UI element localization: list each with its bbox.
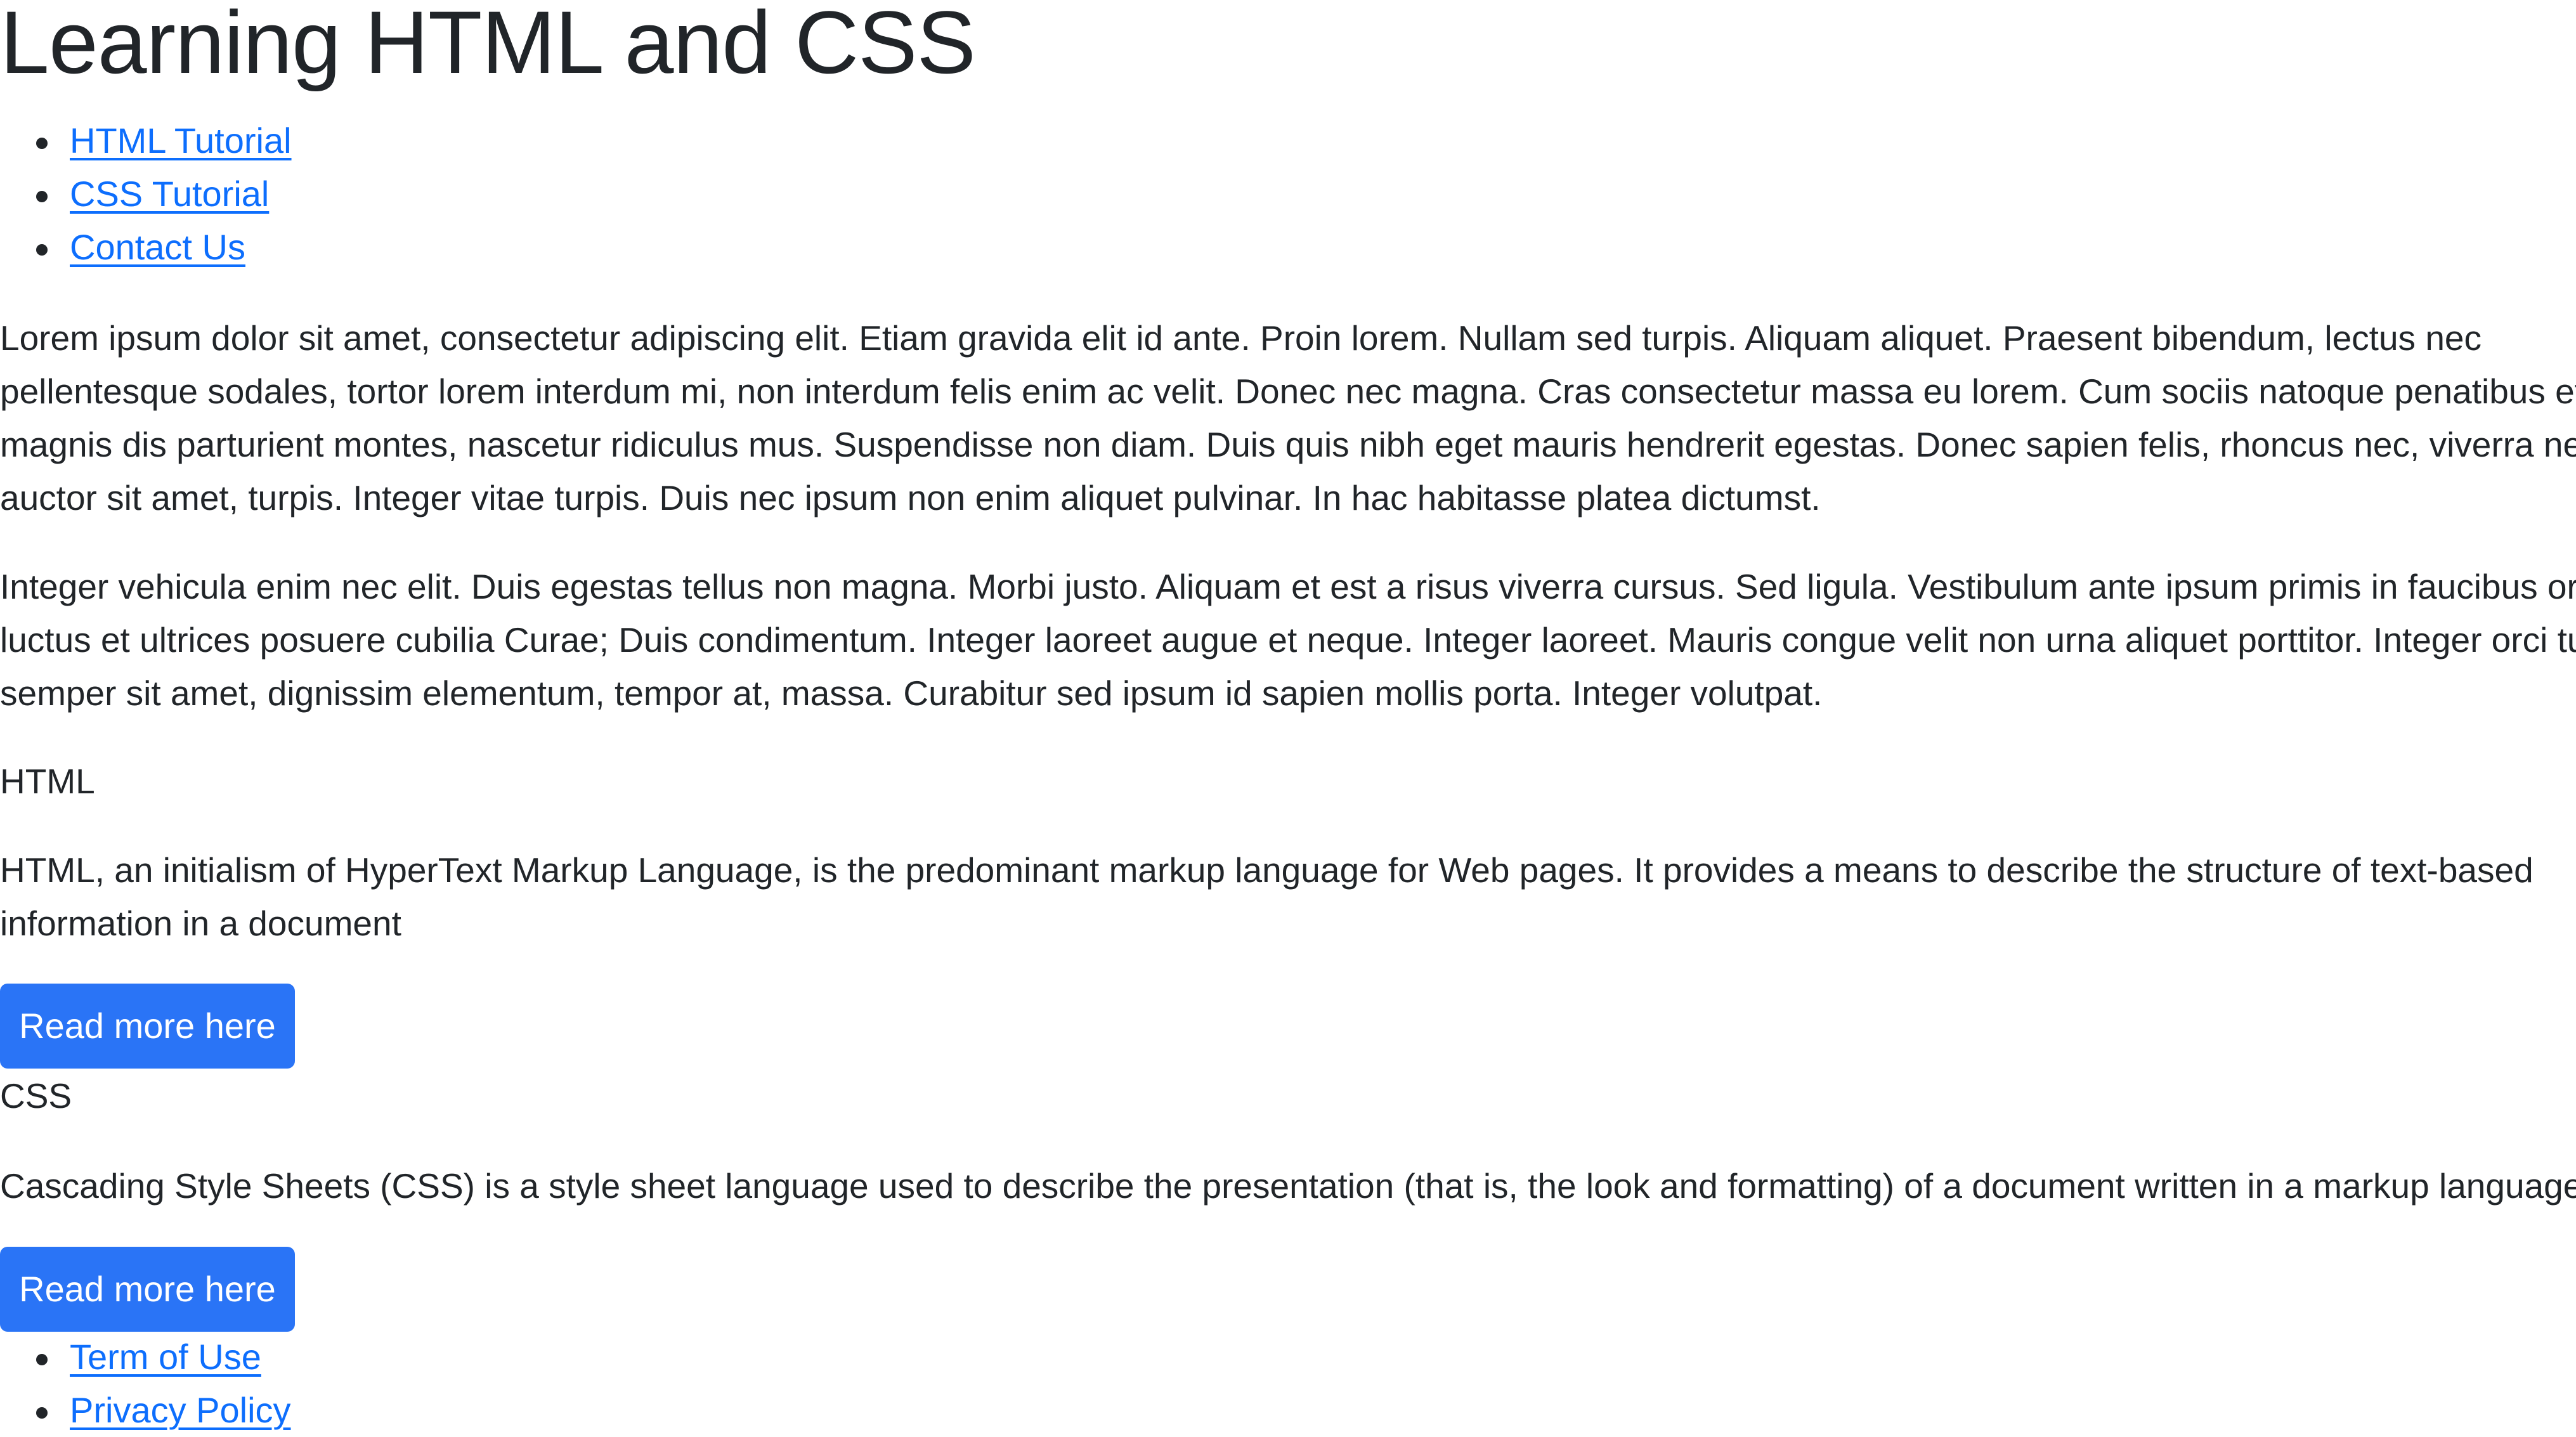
- footer-item-term-of-use: Term of Use: [0, 1330, 291, 1384]
- html-description-line: HTML, an initialism of HyperText Markup …: [0, 850, 2534, 890]
- nav-item-html-tutorial: HTML Tutorial: [0, 114, 292, 167]
- html-description-line: information in a document: [0, 904, 401, 943]
- footer-links-list: Term of Use Privacy Policy: [0, 1330, 291, 1437]
- css-read-more-button[interactable]: Read more here: [0, 1247, 295, 1332]
- intro-paragraph-two: Integer vehicula enim nec elit. Duis ege…: [0, 560, 2576, 720]
- intro-paragraph-one-line: magnis dis parturient montes, nascetur r…: [0, 425, 2576, 464]
- main-navigation-list: HTML Tutorial CSS Tutorial Contact Us: [0, 114, 292, 274]
- page: Learning HTML and CSS HTML Tutorial CSS …: [0, 0, 2576, 1430]
- intro-paragraph-two-line: semper sit amet, dignissim elementum, te…: [0, 673, 1823, 713]
- css-section-heading: CSS: [0, 1076, 72, 1115]
- page-title: Learning HTML and CSS: [0, 0, 976, 92]
- html-section-heading: HTML: [0, 762, 95, 801]
- html-read-more-button[interactable]: Read more here: [0, 984, 295, 1069]
- html-tutorial-link[interactable]: HTML Tutorial: [70, 120, 292, 160]
- nav-item-contact-us: Contact Us: [0, 221, 292, 274]
- intro-paragraph-one-line: Lorem ipsum dolor sit amet, consectetur …: [0, 318, 2482, 358]
- css-tutorial-link[interactable]: CSS Tutorial: [70, 174, 269, 214]
- intro-paragraph-one: Lorem ipsum dolor sit amet, consectetur …: [0, 311, 2576, 524]
- contact-us-link[interactable]: Contact Us: [70, 227, 245, 267]
- term-of-use-link[interactable]: Term of Use: [70, 1337, 261, 1377]
- intro-paragraph-one-line: pellentesque sodales, tortor lorem inter…: [0, 372, 2576, 411]
- footer-item-privacy-policy: Privacy Policy: [0, 1384, 291, 1437]
- intro-paragraph-two-line: luctus et ultrices posuere cubilia Curae…: [0, 620, 2576, 660]
- intro-paragraph-two-line: Integer vehicula enim nec elit. Duis ege…: [0, 567, 2576, 606]
- privacy-policy-link[interactable]: Privacy Policy: [70, 1390, 291, 1430]
- nav-item-css-tutorial: CSS Tutorial: [0, 167, 292, 221]
- intro-paragraph-one-line: auctor sit amet, turpis. Integer vitae t…: [0, 478, 1821, 517]
- css-description-line: Cascading Style Sheets (CSS) is a style …: [0, 1166, 2576, 1206]
- css-description: Cascading Style Sheets (CSS) is a style …: [0, 1159, 2576, 1213]
- html-description: HTML, an initialism of HyperText Markup …: [0, 843, 2576, 950]
